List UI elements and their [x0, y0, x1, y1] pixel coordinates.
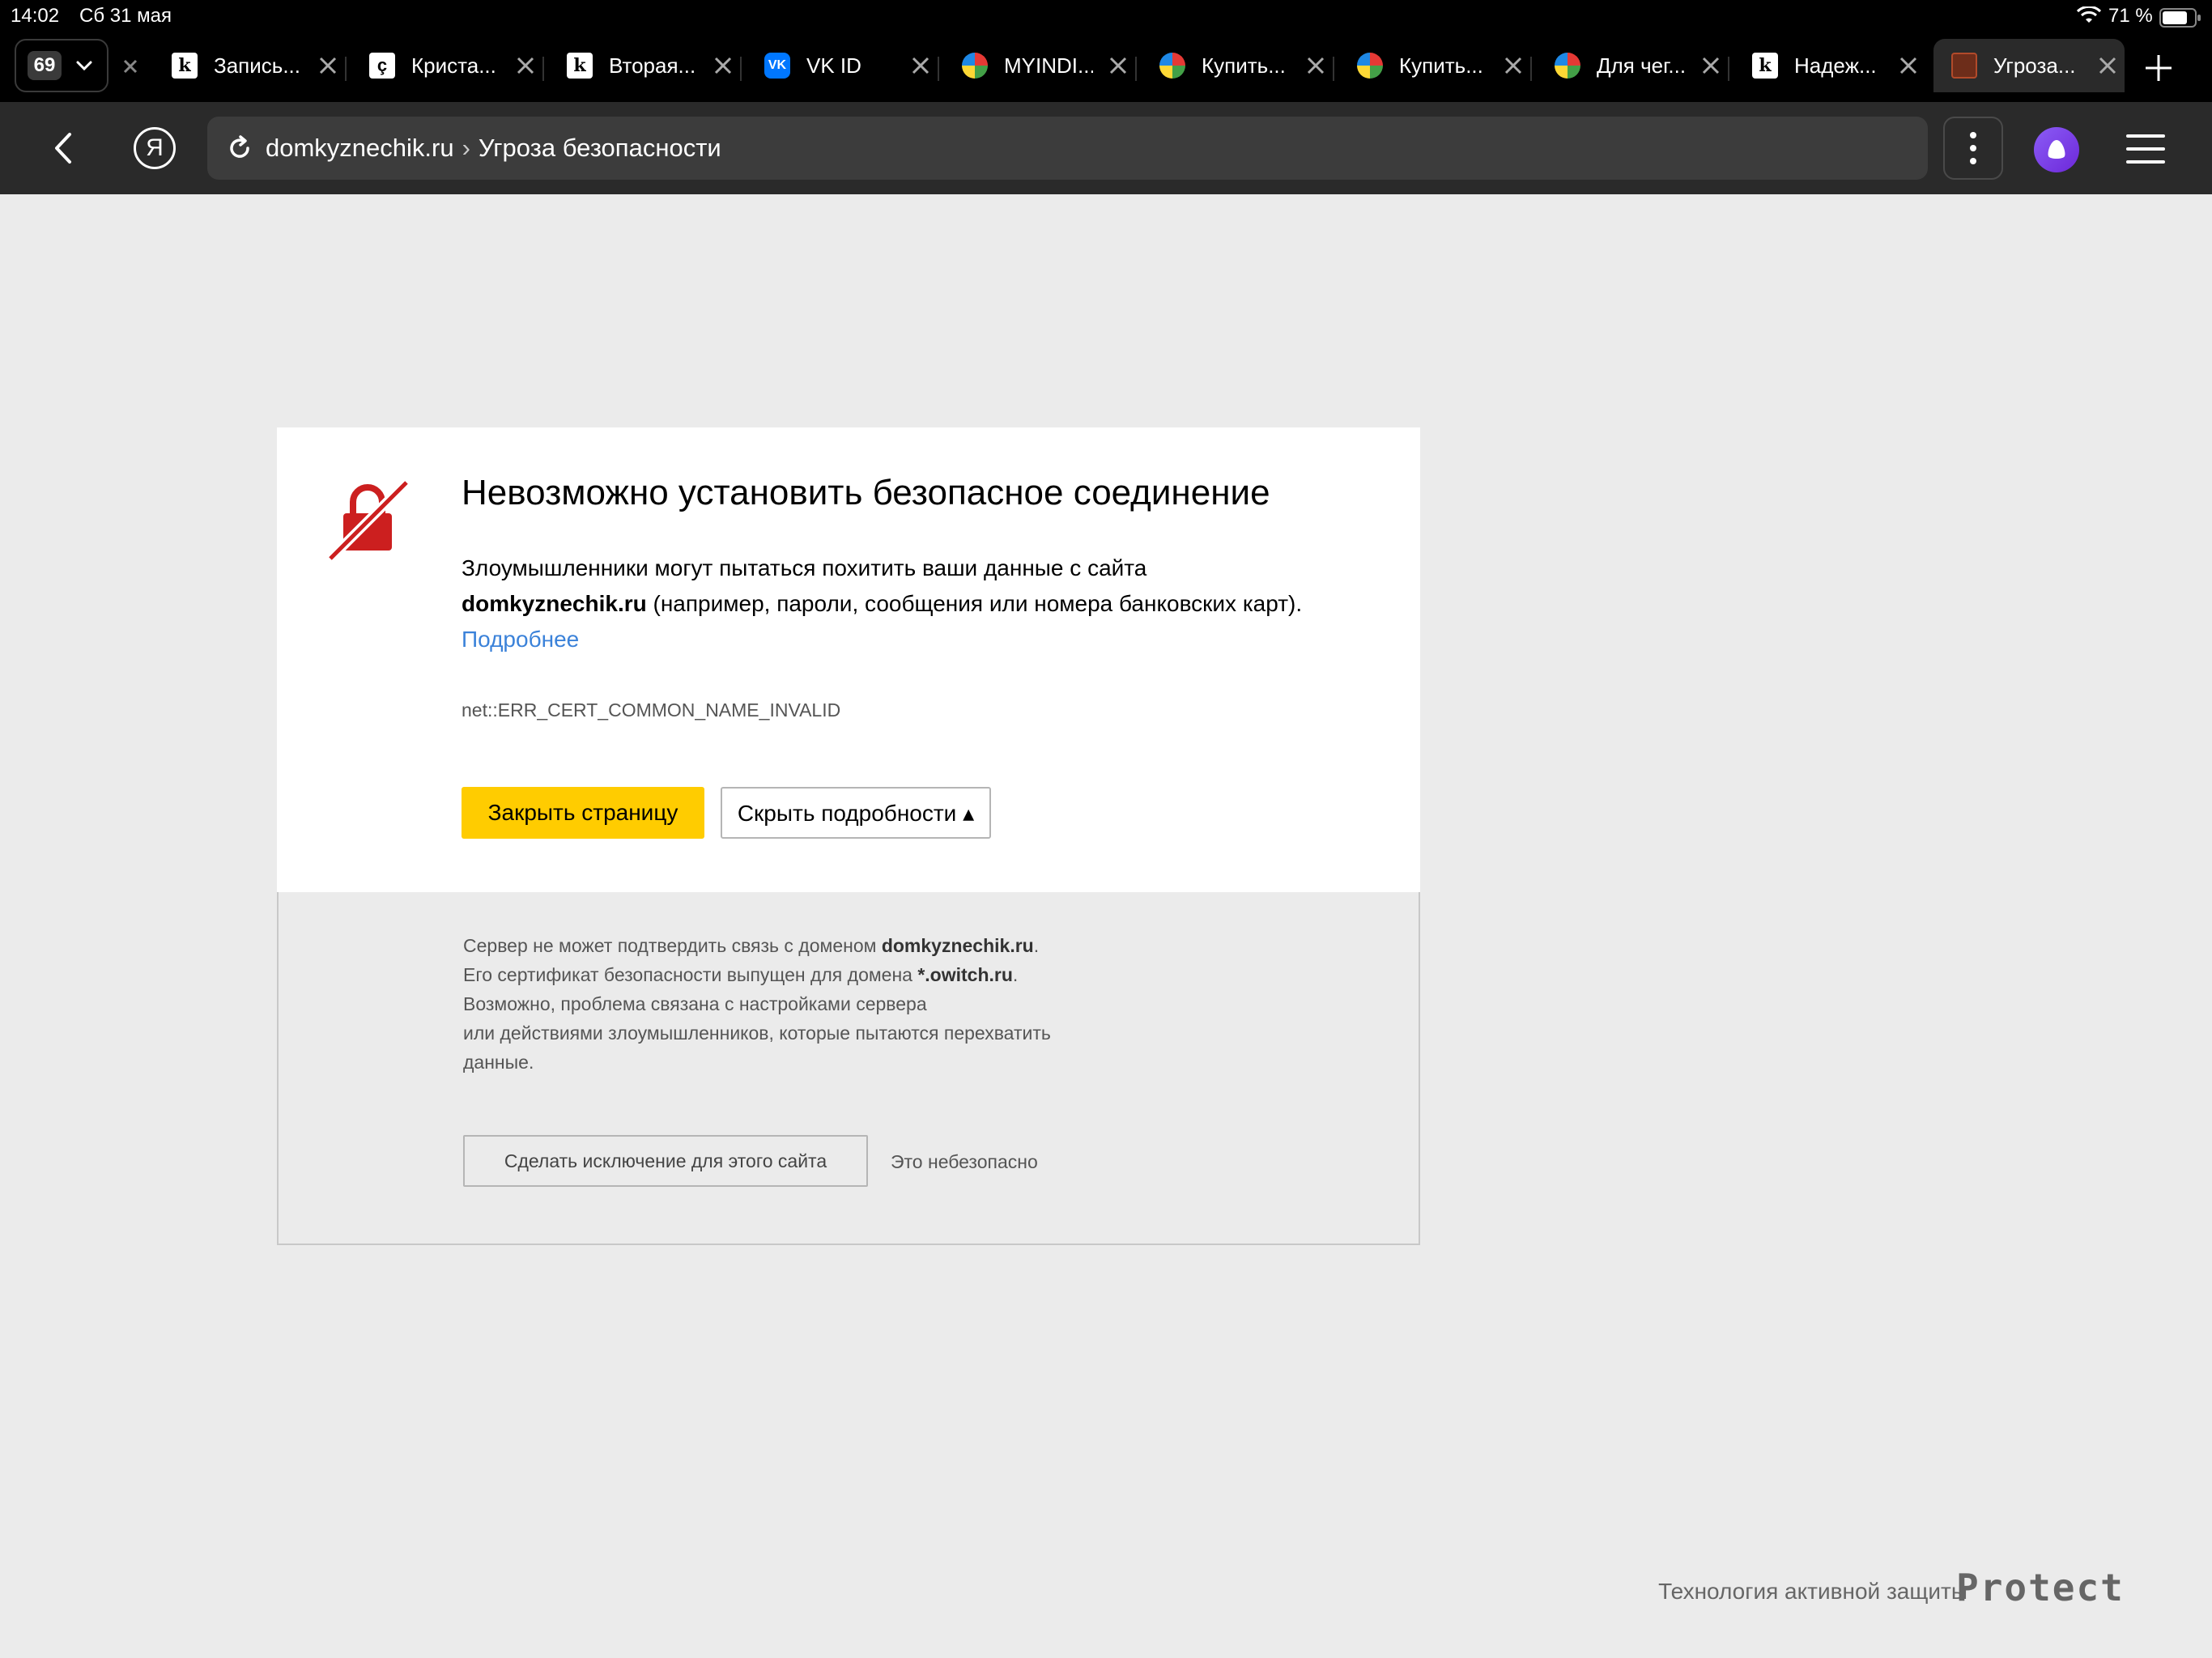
- tab-label: Запись...: [214, 53, 300, 78]
- tab-label: VK ID: [806, 53, 861, 78]
- details-line-3: Возможно, проблема связана с настройками…: [463, 993, 927, 1014]
- wifi-icon: [2077, 6, 2101, 23]
- details-line-4: или действиями злоумышленников, которые …: [463, 1022, 1051, 1044]
- red-icon: [1951, 53, 1977, 79]
- details-domain: domkyznechik.ru: [881, 935, 1034, 956]
- error-desc-prefix: Злоумышленники могут пытаться похитить в…: [462, 555, 1147, 580]
- status-bar: 14:02 Сб 31 мая 71 %: [0, 0, 2212, 34]
- vk-icon: VK: [764, 53, 790, 79]
- chevron-down-icon: [76, 61, 92, 71]
- error-desc-domain: domkyznechik.ru: [462, 591, 647, 616]
- ball-icon: [1159, 53, 1185, 79]
- tab-label: Криста...: [411, 53, 496, 78]
- tab-4[interactable]: MYINDI...: [944, 39, 1135, 92]
- close-icon[interactable]: [317, 55, 338, 76]
- tab-3[interactable]: VK VK ID: [747, 39, 938, 92]
- url-page-title: Угроза безопасности: [478, 134, 721, 162]
- close-icon[interactable]: [1305, 55, 1326, 76]
- close-page-button[interactable]: Закрыть страницу: [462, 787, 704, 839]
- close-icon[interactable]: [1108, 55, 1129, 76]
- details-cert-domain: *.owitch.ru: [917, 964, 1013, 985]
- plus-icon[interactable]: [2142, 52, 2175, 84]
- close-icon[interactable]: [1898, 55, 1919, 76]
- close-icon[interactable]: [713, 55, 734, 76]
- error-title: Невозможно установить безопасное соедине…: [462, 473, 1270, 512]
- tab-label: Купить...: [1202, 53, 1286, 78]
- vertical-dots-icon: [1970, 132, 1976, 164]
- more-menu-button[interactable]: [1943, 117, 2003, 180]
- protect-footer: Технология активной защиты Protect: [1619, 1562, 2123, 1611]
- tab-5[interactable]: Купить...: [1142, 39, 1333, 92]
- tab-label: Для чег...: [1597, 53, 1686, 78]
- error-card: Невозможно установить безопасное соедине…: [277, 427, 1420, 892]
- details-line-1: Сервер не может подтвердить связь с доме…: [463, 935, 882, 956]
- tab-7[interactable]: Для чег...: [1537, 39, 1728, 92]
- alice-icon: [2048, 140, 2065, 159]
- unsafe-label: Это небезопасно: [891, 1151, 1038, 1172]
- close-icon[interactable]: [1503, 55, 1524, 76]
- browser-toolbar: Я domkyznechik.ru › Угроза безопасности: [0, 102, 2212, 194]
- details-line-5: данные.: [463, 1052, 534, 1073]
- back-arrow-icon[interactable]: [45, 130, 83, 167]
- tab-8[interactable]: k Надеж...: [1734, 39, 1925, 92]
- url-host: domkyznechik.ru: [266, 134, 454, 162]
- tab-9-active[interactable]: Угроза...: [1933, 39, 2125, 92]
- tab-2[interactable]: k Вторая...: [549, 39, 740, 92]
- add-exception-button[interactable]: Сделать исключение для этого сайта: [463, 1135, 868, 1187]
- ball-icon: [1357, 53, 1383, 79]
- details-text: Сервер не может подтвердить связь с доме…: [463, 931, 1192, 1077]
- learn-more-link[interactable]: Подробнее: [462, 622, 1385, 657]
- details-panel: Сервер не может подтвердить связь с доме…: [277, 892, 1420, 1245]
- alice-button[interactable]: [2034, 127, 2079, 172]
- protect-logo: Protect: [1956, 1566, 2125, 1609]
- error-code: net::ERR_CERT_COMMON_NAME_INVALID: [462, 699, 841, 721]
- address-bar[interactable]: domkyznechik.ru › Угроза безопасности: [207, 117, 1928, 180]
- error-desc-suffix: (например, пароли, сообщения или номера …: [646, 591, 1303, 616]
- ball-icon: [962, 53, 988, 79]
- footer-text: Технология активной защиты: [1658, 1579, 1967, 1604]
- tab-label: Надеж...: [1794, 53, 1877, 78]
- k-icon: k: [567, 53, 593, 79]
- ball-icon: [1555, 53, 1580, 79]
- error-description: Злоумышленники могут пытаться похитить в…: [462, 551, 1385, 657]
- close-icon[interactable]: [1700, 55, 1721, 76]
- details-punct: .: [1033, 935, 1040, 956]
- details-line-2: Его сертификат безопасности выпущен для …: [463, 964, 918, 985]
- tab-1[interactable]: ç Криста...: [351, 39, 542, 92]
- hide-details-button[interactable]: Скрыть подробности ▴: [721, 787, 991, 839]
- tab-label: Угроза...: [1993, 53, 2076, 78]
- close-icon[interactable]: [515, 55, 536, 76]
- tab-counter-button[interactable]: 69: [15, 39, 108, 92]
- details-punct: .: [1012, 964, 1019, 985]
- reload-icon[interactable]: [225, 134, 254, 163]
- broken-lock-icon: [326, 478, 410, 562]
- tab-label: Купить...: [1399, 53, 1483, 78]
- battery-percent: 71 %: [2108, 5, 2153, 27]
- close-icon[interactable]: [910, 55, 931, 76]
- battery-icon: [2159, 8, 2201, 28]
- tab-0[interactable]: k Запись...: [154, 39, 345, 92]
- k-icon: k: [1752, 53, 1778, 79]
- url-separator: ›: [462, 134, 470, 162]
- status-date: Сб 31 мая: [79, 5, 172, 27]
- status-time: 14:02: [11, 5, 60, 27]
- tab-count: 69: [27, 51, 62, 80]
- k-icon: k: [172, 53, 198, 79]
- yandex-button[interactable]: Я: [134, 127, 176, 169]
- close-icon[interactable]: [2097, 55, 2118, 76]
- tab-bar: 69 k Запись... ç Криста... k Вторая... V…: [0, 34, 2212, 102]
- tab-label: Вторая...: [609, 53, 696, 78]
- tab-close-icon-partial[interactable]: [121, 53, 141, 78]
- tab-label: MYINDI...: [1004, 53, 1093, 78]
- hamburger-menu-icon[interactable]: [2126, 133, 2165, 165]
- tab-6[interactable]: Купить...: [1339, 39, 1530, 92]
- c-icon: ç: [369, 53, 395, 79]
